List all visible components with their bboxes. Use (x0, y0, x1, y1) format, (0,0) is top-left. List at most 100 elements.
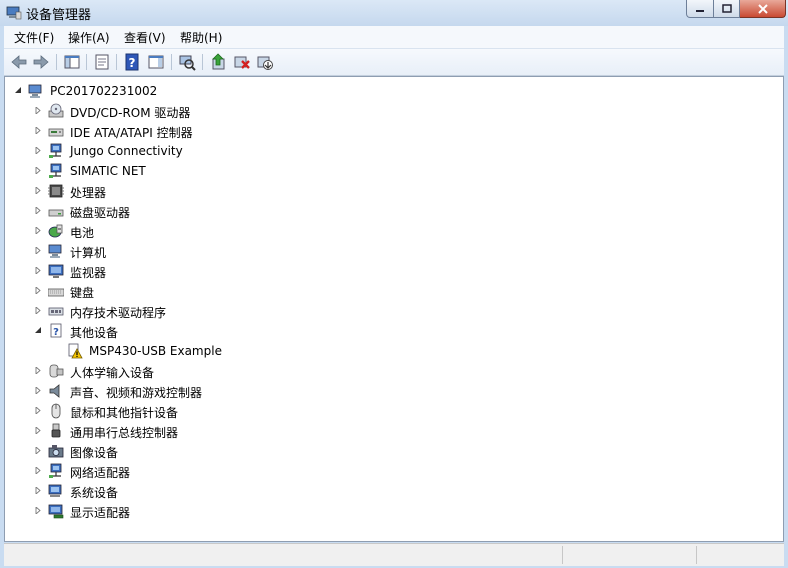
collapsed-arrow-icon[interactable] (35, 427, 42, 434)
tree-category[interactable]: DVD/CD-ROM 驱动器 (5, 101, 405, 121)
maximize-button[interactable] (714, 0, 740, 18)
tree-category[interactable]: Jungo Connectivity (5, 141, 405, 161)
expanded-arrow-icon[interactable] (15, 87, 22, 94)
disable-device-icon[interactable] (256, 53, 274, 71)
collapsed-arrow-icon[interactable] (35, 367, 42, 374)
collapsed-arrow-icon[interactable] (35, 147, 42, 154)
menu-file[interactable]: 文件(F) (14, 29, 54, 46)
ide-controller-icon (48, 128, 64, 137)
tree-category-label: DVD/CD-ROM 驱动器 (70, 106, 191, 120)
tree-category-label: 显示适配器 (70, 506, 131, 520)
back-arrow-icon[interactable] (10, 53, 28, 71)
collapsed-arrow-icon[interactable] (35, 287, 42, 294)
tree-category[interactable]: 通用串行总线控制器 (5, 421, 405, 441)
collapsed-arrow-icon[interactable] (35, 127, 42, 134)
dvd-drive-icon (48, 103, 64, 118)
warning-device-icon (68, 343, 83, 359)
tree-category-label: 系统设备 (70, 486, 119, 500)
collapsed-arrow-icon[interactable] (35, 107, 42, 114)
keyboard-icon (48, 288, 64, 297)
minimize-icon (696, 9, 704, 12)
tree-category[interactable]: 显示适配器 (5, 501, 405, 521)
menu-action[interactable]: 操作(A) (68, 29, 110, 46)
camera-icon (48, 445, 64, 458)
tree-root[interactable]: PC201702231002 (5, 81, 305, 101)
collapsed-arrow-icon[interactable] (35, 467, 42, 474)
tree-category[interactable]: 计算机 (5, 241, 405, 261)
tree-category[interactable]: 内存技术驱动程序 (5, 301, 405, 321)
collapsed-arrow-icon[interactable] (35, 227, 42, 234)
device-tree[interactable]: PC201702231002 DVD/CD-ROM 驱动器 IDE ATA/ATA… (4, 76, 784, 542)
collapsed-arrow-icon[interactable] (35, 507, 42, 514)
collapsed-arrow-icon[interactable] (35, 447, 42, 454)
tree-category[interactable]: 磁盘驱动器 (5, 201, 405, 221)
tree-category[interactable]: SIMATIC NET (5, 161, 405, 181)
device-manager-icon (6, 6, 22, 20)
collapsed-arrow-icon[interactable] (35, 247, 42, 254)
collapsed-arrow-icon[interactable] (35, 207, 42, 214)
status-bar (4, 543, 784, 566)
unknown-device-icon: ? (50, 323, 62, 338)
tree-category[interactable]: 处理器 (5, 181, 405, 201)
tree-category[interactable]: ? 其他设备 (5, 321, 405, 341)
tree-category-label: 图像设备 (70, 446, 119, 460)
collapsed-arrow-icon[interactable] (35, 407, 42, 414)
menu-bar: 文件(F) 操作(A) 查看(V) 帮助(H) (4, 26, 784, 49)
menu-help[interactable]: 帮助(H) (180, 29, 222, 46)
computer-icon (48, 244, 62, 258)
properties-icon[interactable] (93, 53, 111, 71)
tree-category-label: 内存技术驱动程序 (70, 306, 167, 320)
monitor-icon (48, 264, 64, 278)
tree-category-label: 磁盘驱动器 (70, 206, 131, 220)
svg-text:?: ? (53, 327, 59, 338)
computer-icon (28, 84, 42, 98)
collapsed-arrow-icon[interactable] (35, 187, 42, 194)
tree-category[interactable]: 人体学输入设备 (5, 361, 405, 381)
tree-device[interactable]: MSP430-USB Example (5, 341, 405, 361)
tree-category[interactable]: 电池 (5, 221, 405, 241)
tree-category-label: 鼠标和其他指针设备 (70, 406, 179, 420)
close-button[interactable] (740, 0, 786, 18)
tree-category-label: 通用串行总线控制器 (70, 426, 179, 440)
tree-category[interactable]: 鼠标和其他指针设备 (5, 401, 405, 421)
help-icon[interactable]: ? (123, 53, 141, 71)
scan-hardware-icon[interactable] (178, 53, 196, 71)
tree-category-label: 人体学输入设备 (70, 366, 155, 380)
forward-arrow-icon[interactable] (32, 53, 50, 71)
uninstall-icon[interactable] (233, 53, 251, 71)
collapsed-arrow-icon[interactable] (35, 167, 42, 174)
collapsed-arrow-icon[interactable] (35, 487, 42, 494)
tree-category[interactable]: IDE ATA/ATAPI 控制器 (5, 121, 405, 141)
tree-category[interactable]: 监视器 (5, 261, 405, 281)
tree-category-label: 计算机 (70, 246, 107, 260)
tree-category[interactable]: 键盘 (5, 281, 405, 301)
network-adapter-icon (49, 463, 62, 478)
update-driver-icon[interactable] (209, 53, 227, 71)
collapsed-arrow-icon[interactable] (35, 387, 42, 394)
show-hide-console-tree-icon[interactable] (63, 53, 81, 71)
minimize-button[interactable] (686, 0, 714, 18)
hid-icon (49, 364, 64, 378)
svg-text:?: ? (129, 56, 136, 70)
tree-category-label: 监视器 (70, 266, 107, 280)
tree-category-label: 其他设备 (70, 326, 119, 340)
expanded-arrow-icon[interactable] (35, 327, 42, 334)
usb-icon (51, 423, 61, 438)
collapsed-arrow-icon[interactable] (35, 267, 42, 274)
menu-view[interactable]: 查看(V) (124, 29, 166, 46)
title-bar[interactable]: 设备管理器 (0, 0, 788, 26)
processor-icon (48, 184, 64, 198)
tree-category[interactable]: 系统设备 (5, 481, 405, 501)
tree-category[interactable]: 声音、视频和游戏控制器 (5, 381, 405, 401)
tree-category[interactable]: 网络适配器 (5, 461, 405, 481)
network-device-icon (49, 143, 62, 158)
tree-root-label: PC201702231002 (50, 84, 158, 98)
tree-category[interactable]: 图像设备 (5, 441, 405, 461)
maximize-icon (721, 4, 732, 13)
memory-icon (48, 307, 64, 316)
system-device-icon (48, 484, 62, 497)
collapsed-arrow-icon[interactable] (35, 307, 42, 314)
tree-category-label: SIMATIC NET (70, 164, 146, 178)
action-pane-icon[interactable] (147, 53, 165, 71)
speaker-icon (49, 384, 60, 398)
